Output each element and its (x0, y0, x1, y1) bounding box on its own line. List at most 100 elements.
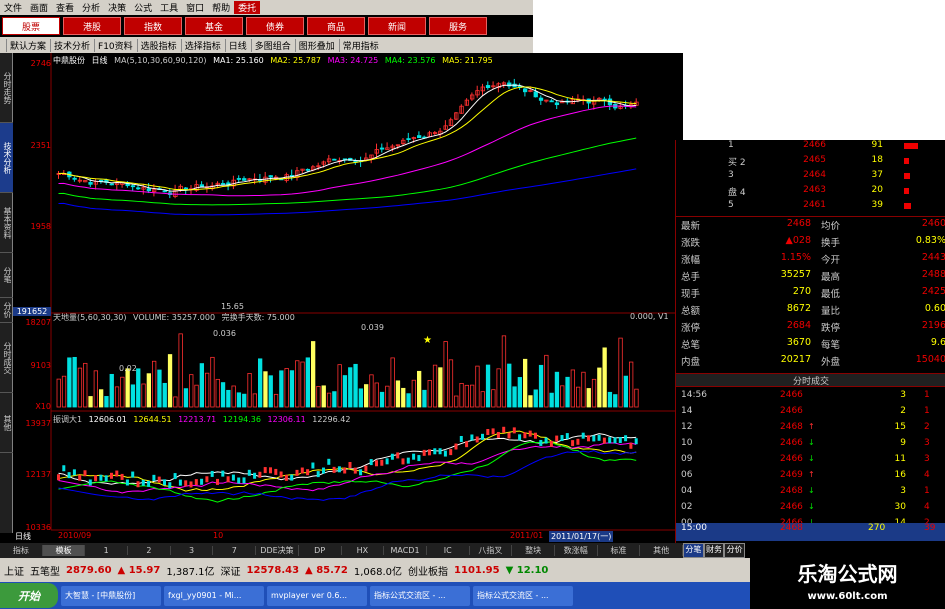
stat-row: 最新 2468 均价 2460 (681, 218, 945, 235)
candle-body (183, 187, 189, 190)
side-tab-1[interactable]: 技术分析 (0, 123, 13, 193)
toolbar-item-8[interactable]: 常用指标 (338, 38, 382, 52)
right-tab-2[interactable]: 分价 (724, 543, 746, 558)
side-tab-0[interactable]: 分时走势 (0, 53, 13, 123)
indicator-candle (549, 440, 553, 447)
taskbar-window-4[interactable]: 指标公式交流区 - ... (473, 585, 573, 606)
start-button[interactable]: 开始 (0, 583, 58, 608)
volume-bar (422, 389, 427, 408)
trade-time: 06 (681, 470, 693, 480)
stat-key2: 均价 (821, 221, 841, 232)
indicator-tab-5[interactable]: 7 (213, 546, 257, 555)
menu-item-0[interactable]: 文件 (0, 1, 26, 14)
volume-bar (252, 393, 258, 408)
indicator-tab-0[interactable]: 指标 (0, 545, 43, 556)
menu-item-8[interactable]: 帮助 (208, 1, 234, 14)
toolbar-item-2[interactable]: F10资料 (94, 38, 136, 52)
period-label: 日线 (91, 56, 108, 65)
menu-item-4[interactable]: 决策 (104, 1, 130, 14)
menu-item-3[interactable]: 分析 (78, 1, 104, 14)
volume-bar (295, 360, 300, 408)
indicator-tab-11[interactable]: 八指叉 (470, 545, 513, 556)
nav-button-1[interactable]: 港股 (63, 17, 121, 35)
indicator-tab-15[interactable]: 其他 (640, 545, 683, 556)
volume-bar (56, 378, 61, 408)
toolbar-item-7[interactable]: 图形叠加 (294, 38, 338, 52)
stat-key: 总额 (681, 306, 701, 317)
indicator-tab-1[interactable]: 模板 (42, 545, 86, 556)
indicator-tab-2[interactable]: 1 (85, 546, 129, 555)
side-tab-3[interactable]: 分笔 (0, 253, 13, 298)
toolbar-item-5[interactable]: 日线 (224, 38, 250, 52)
trade-time: 15:00 (681, 523, 707, 533)
indicator-tab-12[interactable]: 整块 (512, 545, 555, 556)
watermark: 乐淘公式网 www.60lt.com (750, 548, 945, 609)
nav-button-6[interactable]: 新闻 (368, 17, 426, 35)
volume-bar (581, 371, 586, 408)
nav-button-5[interactable]: 商品 (307, 17, 365, 35)
indicator-candle (390, 453, 394, 460)
toolbar-item-3[interactable]: 选股指标 (136, 38, 180, 52)
side-tab-2[interactable]: 基本资料 (0, 193, 13, 253)
taskbar-window-3[interactable]: 指标公式交流区 - ... (370, 585, 470, 606)
toolbar-item-6[interactable]: 多图组合 (250, 38, 294, 52)
indicator-tab-9[interactable]: MACD1 (384, 546, 427, 555)
nav-button-7[interactable]: 服务 (429, 17, 487, 35)
volume-bar (358, 388, 364, 408)
indicator-tab-13[interactable]: 数涨幅 (555, 545, 598, 556)
stat-value2: 2196 (921, 320, 945, 331)
side-tab-6[interactable]: 其他 (0, 393, 13, 453)
menu-item-1[interactable]: 画面 (26, 1, 52, 14)
indicator-candle (88, 479, 92, 486)
taskbar-window-2[interactable]: mvplayer ver 0.6... (267, 585, 367, 606)
nav-button-2[interactable]: 指数 (124, 17, 182, 35)
volume-bar (141, 383, 146, 408)
candle-body (332, 158, 337, 161)
menu-item-6[interactable]: 工具 (156, 1, 182, 14)
trade-count: 4 (924, 502, 930, 512)
menu-item-7[interactable]: 窗口 (182, 1, 208, 14)
indicator-candle (417, 455, 421, 462)
indicator-tab-14[interactable]: 标准 (598, 545, 641, 556)
indicator-candle (534, 432, 537, 439)
indicator-tab-3[interactable]: 2 (128, 546, 171, 555)
trade-price: 2466 (780, 502, 803, 512)
kline-svg[interactable]: ★ (13, 53, 683, 543)
ma2-value: MA2: 25.787 (270, 56, 322, 65)
volume-bar (167, 354, 173, 408)
chart-area[interactable]: ★ 2746 2351 1958 191652 中鼎股份 日线 MA(5,10,… (13, 53, 683, 543)
volume-bar (613, 394, 618, 408)
indicator-candle (120, 473, 124, 480)
volume-bar (586, 388, 591, 408)
menu-item-5[interactable]: 公式 (130, 1, 156, 14)
nav-button-3[interactable]: 基金 (185, 17, 243, 35)
indicator-tab-6[interactable]: DDE决策 (256, 545, 299, 556)
toolbar-item-1[interactable]: 技术分析 (50, 38, 93, 52)
nav-button-4[interactable]: 债券 (246, 17, 304, 35)
right-tab-1[interactable]: 财务 (703, 543, 725, 558)
ma-line (58, 86, 637, 191)
indicator-candle (459, 435, 463, 442)
taskbar-window-1[interactable]: fxgl_yy0901 - Mi... (164, 585, 264, 606)
toolbar-item-4[interactable]: 选择指标 (180, 38, 224, 52)
stat-value2: 0.83% (915, 235, 945, 246)
toolbar-item-0[interactable]: 默认方案 (6, 38, 49, 52)
taskbar-window-0[interactable]: 大智慧 - [中鼎股份] (61, 585, 161, 606)
nav-button-0[interactable]: 股票 (2, 17, 60, 35)
side-tab-4[interactable]: 分价 (0, 298, 13, 323)
right-tab-0[interactable]: 分笔 (683, 543, 704, 558)
indicator-candle (560, 435, 564, 442)
indicator-candle (306, 469, 310, 476)
indicator-tab-4[interactable]: 3 (171, 546, 214, 555)
menu-item-9[interactable]: 委托 (234, 1, 261, 14)
side-tab-5[interactable]: 分时成交 (0, 323, 13, 393)
ind-v4: 12194.36 (222, 415, 261, 424)
indicator-tab-10[interactable]: IC (427, 546, 470, 555)
menu-item-2[interactable]: 查看 (52, 1, 78, 14)
indicator-candle (512, 427, 516, 434)
indicator-tab-7[interactable]: DP (299, 546, 342, 555)
volume-bar (533, 389, 538, 408)
indicator-tab-8[interactable]: HX (342, 546, 385, 555)
ind-v5: 12306.11 (267, 415, 306, 424)
price-axis-lower: 1958 (30, 222, 51, 231)
